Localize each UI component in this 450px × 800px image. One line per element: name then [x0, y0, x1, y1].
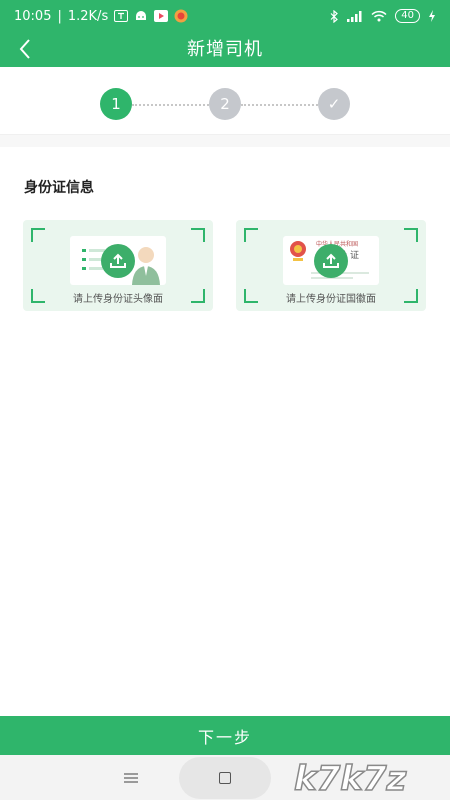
upload-id-back-label: 请上传身份证国徽面 [286, 294, 376, 305]
step-1: 1 [100, 88, 132, 120]
android-icon [134, 10, 148, 22]
section-divider [0, 135, 450, 147]
wifi-icon [371, 10, 387, 22]
nav-bar: 新增司机 [0, 32, 450, 67]
battery-level: 40 [395, 9, 420, 23]
frame-corner [191, 228, 205, 242]
clock: 10:05 [14, 8, 52, 24]
menu-icon[interactable] [120, 768, 142, 788]
step-2: 2 [209, 88, 241, 120]
frame-corner [404, 228, 418, 242]
charging-icon [428, 10, 436, 22]
signal-icon [347, 10, 363, 22]
upload-icon [101, 244, 135, 278]
step-connector [241, 104, 318, 106]
section-title: 身份证信息 [24, 180, 94, 196]
frame-corner [31, 228, 45, 242]
frame-corner [244, 228, 258, 242]
status-separator: | [57, 8, 62, 24]
upload-id-front-label: 请上传身份证头像面 [73, 294, 163, 305]
upload-id-front-card[interactable]: 请上传身份证头像面 [23, 220, 213, 311]
watermark-logo: k7k7z [293, 758, 407, 800]
status-bar-left: 10:05 | 1.2K/s [14, 9, 188, 24]
home-square-icon [219, 772, 231, 784]
page-title: 新增司机 [187, 39, 263, 60]
upload-id-back-card[interactable]: 中华人民共和国 身份证 请上传身份证国徽面 [236, 220, 426, 311]
watermark-text: k7k7z [294, 759, 407, 799]
next-step-button[interactable]: 下一步 [0, 716, 450, 755]
step-3-check-icon: ✓ [318, 88, 350, 120]
home-button[interactable] [179, 757, 271, 799]
t-badge-icon [114, 10, 129, 22]
play-icon [154, 10, 169, 22]
status-bar: 10:05 | 1.2K/s 40 [0, 0, 450, 32]
app-notification-icon [174, 9, 188, 23]
network-speed: 1.2K/s [67, 8, 109, 24]
step-connector [132, 104, 209, 106]
upload-icon [314, 244, 348, 278]
status-bar-right: 40 [330, 9, 436, 23]
bluetooth-icon [330, 9, 339, 23]
stepper: 1 2 ✓ [0, 67, 450, 135]
